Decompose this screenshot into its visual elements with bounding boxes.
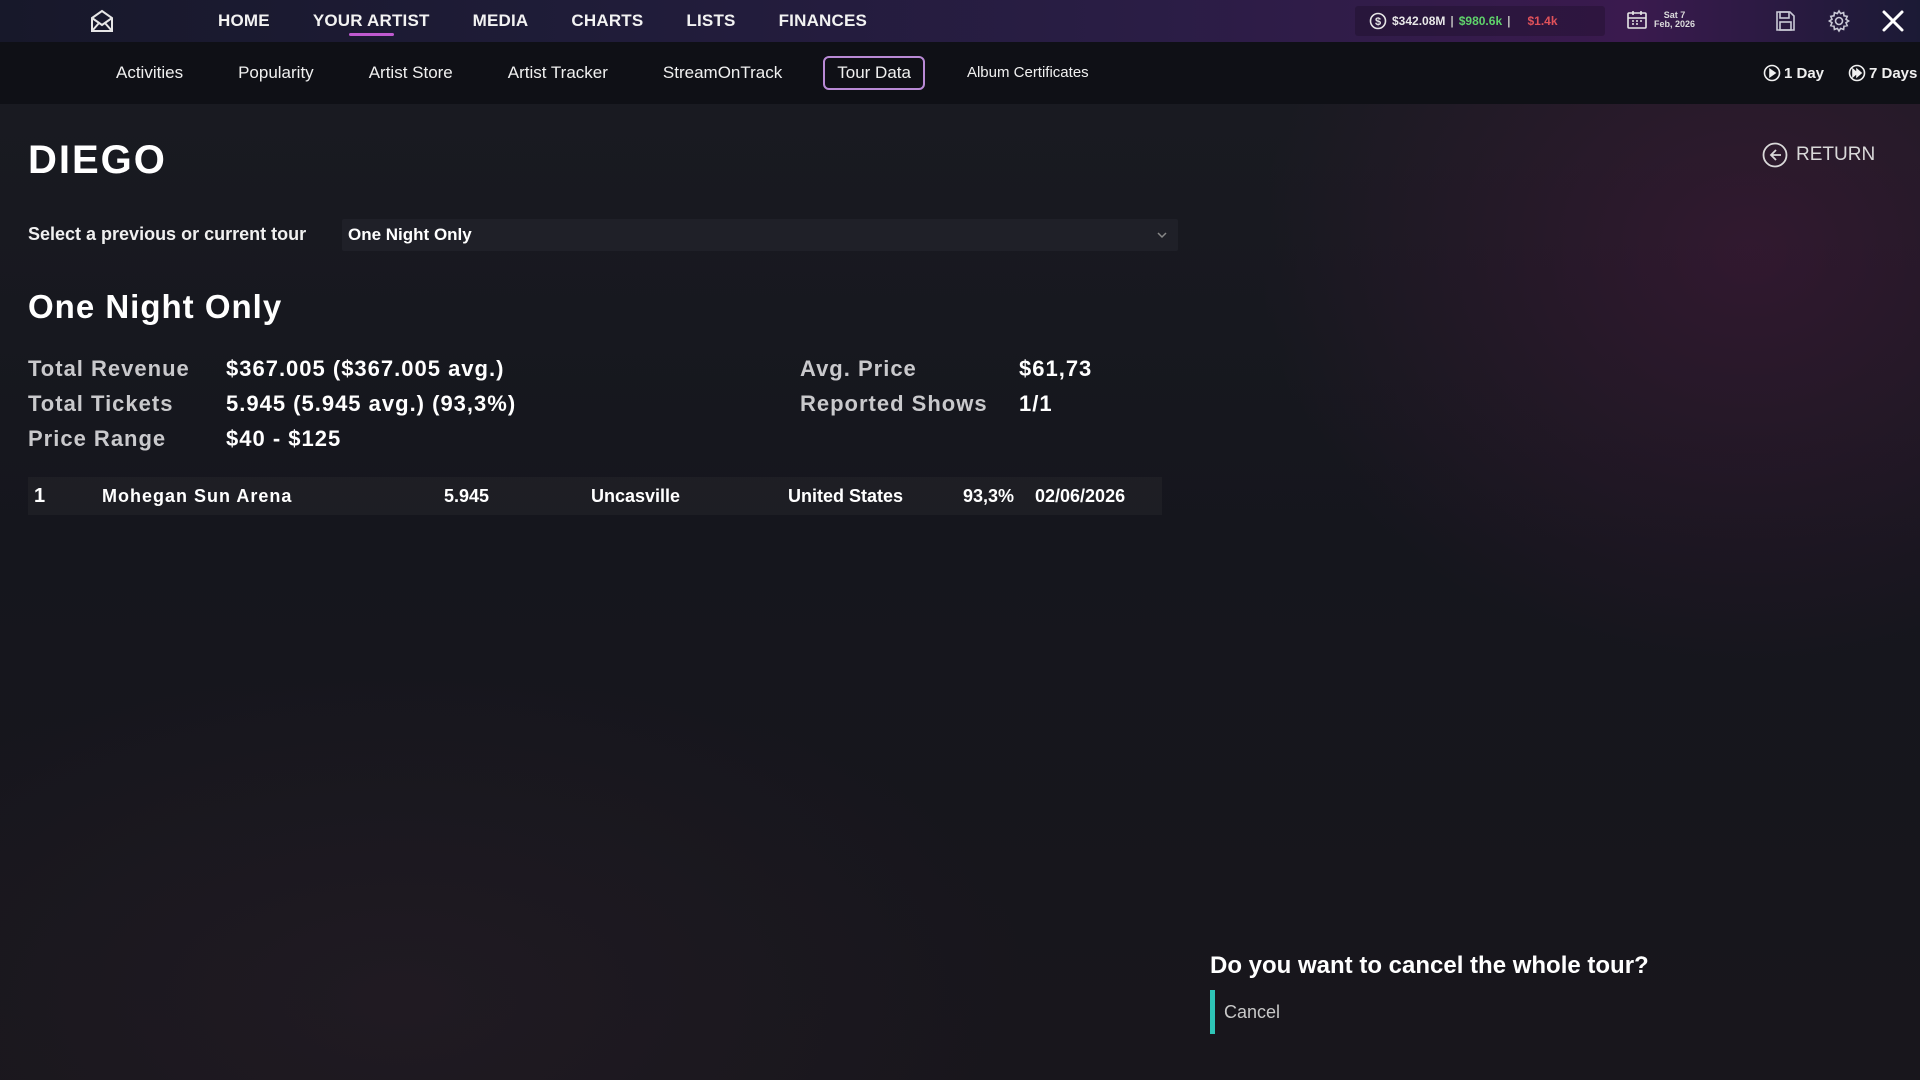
- divider: |: [1450, 14, 1454, 28]
- cancel-tour-question: Do you want to cancel the whole tour?: [1210, 952, 1649, 979]
- divider: |: [1507, 14, 1511, 28]
- advance-1-day-button[interactable]: 1 Day: [1763, 64, 1824, 82]
- advance-7-days-label: 7 Days: [1869, 64, 1918, 82]
- show-index: 1: [34, 484, 46, 507]
- tab-popularity[interactable]: Popularity: [238, 56, 314, 90]
- finance-summary: $ $342.08M | $980.6k | $1.4k: [1355, 6, 1605, 36]
- show-city: Uncasville: [591, 485, 681, 506]
- return-button[interactable]: RETURN: [1762, 142, 1875, 168]
- tour-title: One Night Only: [28, 288, 283, 325]
- tab-tour-data[interactable]: Tour Data: [823, 56, 925, 90]
- top-bar: HOME YOUR ARTIST MEDIA CHARTS LISTS FINA…: [0, 0, 1920, 42]
- tour-select-label: Select a previous or current tour: [28, 224, 307, 244]
- nav-media[interactable]: MEDIA: [473, 0, 529, 42]
- price-range-label: Price Range: [28, 426, 167, 451]
- gear-icon[interactable]: [1812, 0, 1866, 42]
- avg-price-value: $61,73: [1019, 356, 1093, 381]
- total-tickets-value: 5.945 (5.945 avg.) (93,3%): [226, 391, 517, 416]
- nav-your-artist[interactable]: YOUR ARTIST: [313, 0, 430, 42]
- expense-value: $1.4k: [1527, 14, 1558, 28]
- table-row: 1 Mohegan Sun Arena 5.945 Uncasville Uni…: [28, 477, 1162, 515]
- income-value: $980.6k: [1458, 14, 1503, 28]
- total-revenue-label: Total Revenue: [28, 356, 190, 381]
- nav-charts[interactable]: CHARTS: [571, 0, 643, 42]
- cancel-tour-button[interactable]: Cancel: [1210, 990, 1280, 1034]
- show-tickets: 5.945: [444, 485, 490, 506]
- tab-activities[interactable]: Activities: [116, 56, 183, 90]
- tab-artist-store[interactable]: Artist Store: [369, 56, 453, 90]
- mail-icon[interactable]: [88, 8, 116, 34]
- show-country: United States: [788, 485, 904, 506]
- chevron-down-icon: [1157, 232, 1167, 239]
- window-controls: [1758, 0, 1920, 42]
- show-venue: Mohegan Sun Arena: [102, 485, 293, 506]
- price-range-value: $40 - $125: [226, 426, 342, 451]
- main-nav: HOME YOUR ARTIST MEDIA CHARTS LISTS FINA…: [218, 0, 910, 42]
- arrow-left-circle-icon: [1762, 142, 1788, 168]
- save-icon[interactable]: [1758, 0, 1812, 42]
- tab-streamontrack[interactable]: StreamOnTrack: [663, 56, 782, 90]
- date-month-year: Feb, 2026: [1654, 19, 1696, 29]
- advance-7-days-button[interactable]: 7 Days: [1848, 64, 1917, 82]
- artist-name: DIEGO: [28, 138, 167, 182]
- show-date: 02/06/2026: [1035, 485, 1126, 506]
- dollar-coin-icon: $: [1369, 12, 1387, 30]
- calendar-icon: [1627, 11, 1647, 29]
- tour-stats-left: Total Revenue $367.005 ($367.005 avg.) To…: [28, 356, 516, 461]
- svg-text:$: $: [1375, 16, 1381, 28]
- total-tickets-label: Total Tickets: [28, 391, 174, 416]
- return-label: RETURN: [1796, 144, 1876, 165]
- balance-total: $342.08M: [1392, 14, 1446, 28]
- nav-lists[interactable]: LISTS: [686, 0, 735, 42]
- reported-shows-label: Reported Shows: [800, 391, 988, 416]
- fast-forward-icon: [1848, 64, 1866, 82]
- nav-finances[interactable]: FINANCES: [779, 0, 868, 42]
- tab-album-certificates[interactable]: Album Certificates: [967, 56, 1089, 90]
- sub-nav: Activities Popularity Artist Store Artis…: [116, 56, 1144, 90]
- total-revenue-value: $367.005 ($367.005 avg.): [226, 356, 505, 381]
- nav-home[interactable]: HOME: [218, 0, 270, 42]
- reported-shows-value: 1/1: [1019, 391, 1053, 416]
- clock-play-icon: [1763, 64, 1781, 82]
- close-icon[interactable]: [1866, 0, 1920, 42]
- show-fill-rate: 93,3%: [963, 485, 1015, 506]
- advance-1-day-label: 1 Day: [1784, 64, 1825, 82]
- tour-stats-right: Avg. Price $61,73 Reported Shows 1/1: [800, 356, 1092, 426]
- calendar-date[interactable]: Sat 7 Feb, 2026: [1626, 10, 1695, 30]
- tour-select-dropdown[interactable]: One Night Only: [342, 219, 1178, 251]
- avg-price-label: Avg. Price: [800, 356, 917, 381]
- sub-nav-bar: Activities Popularity Artist Store Artis…: [0, 42, 1920, 104]
- tour-select-value: One Night Only: [348, 225, 472, 244]
- tab-artist-tracker[interactable]: Artist Tracker: [508, 56, 608, 90]
